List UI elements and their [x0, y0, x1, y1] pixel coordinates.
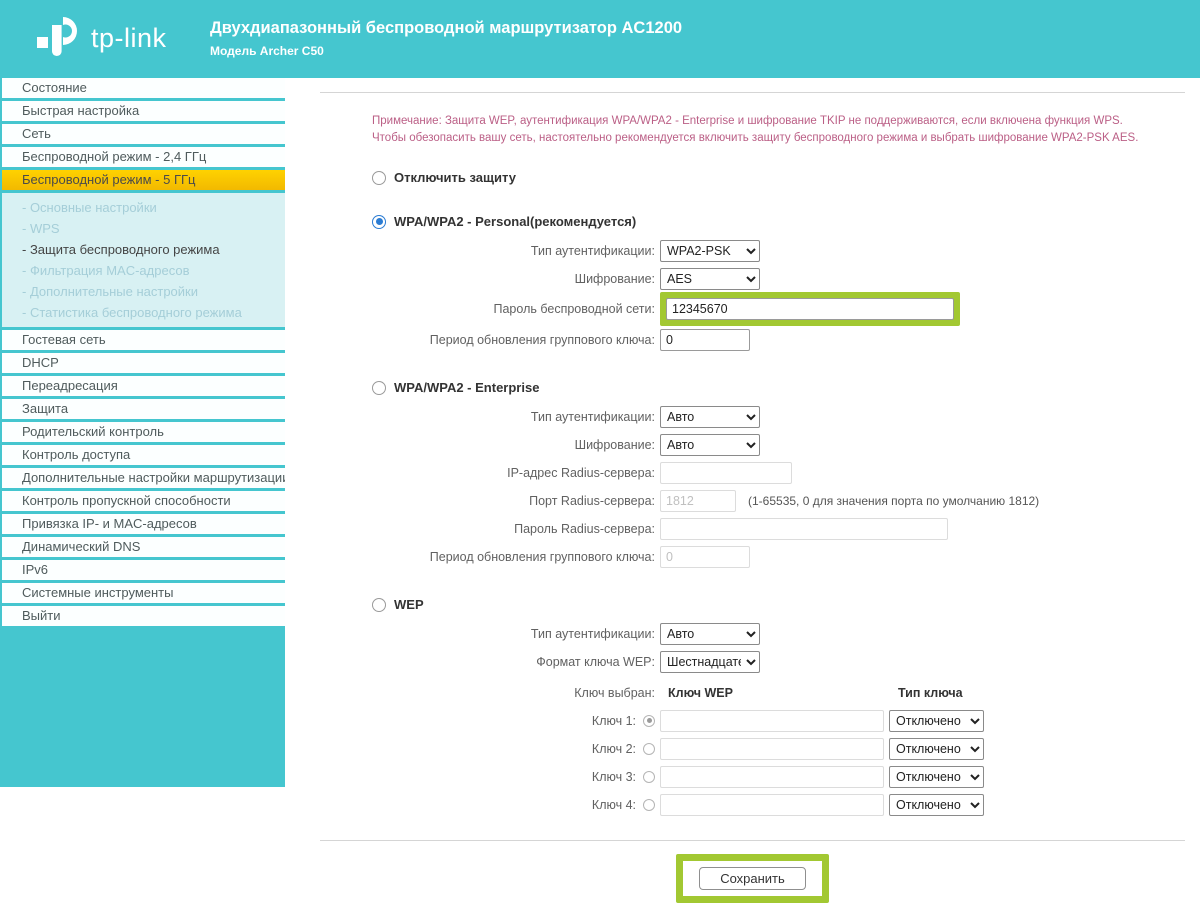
wep-key1-type-select[interactable]: Отключено: [889, 710, 984, 732]
enterprise-encryption-label: Шифрование:: [320, 438, 660, 452]
personal-auth-type-label: Тип аутентификации:: [320, 244, 660, 258]
enterprise-key-period-label: Период обновления группового ключа:: [320, 550, 660, 564]
wep-key2-label: Ключ 2:: [592, 742, 636, 756]
wep-auth-type-select[interactable]: Авто: [660, 623, 760, 645]
enterprise-encryption-select[interactable]: Авто: [660, 434, 760, 456]
sidebar-subitem-basic-settings[interactable]: - Основные настройки: [22, 197, 297, 218]
sidebar-subitem-mac-filtering[interactable]: - Фильтрация MAC-адресов: [22, 260, 297, 281]
sidebar-subitem-wireless-statistics[interactable]: - Статистика беспроводного режима: [22, 302, 297, 323]
wpa-enterprise-label: WPA/WPA2 - Enterprise: [394, 380, 539, 395]
sidebar-item-status[interactable]: Состояние: [2, 78, 297, 98]
wireless-password-input[interactable]: [666, 298, 954, 320]
sidebar-item-wireless-5[interactable]: Беспроводной режим - 5 ГГц: [2, 170, 303, 190]
sidebar-item-advanced-routing[interactable]: Дополнительные настройки маршрутизации: [2, 468, 297, 488]
header-banner: tp-link Двухдиапазонный беспроводной мар…: [0, 0, 1200, 78]
wep-key-column-header: Ключ WEP: [668, 686, 898, 700]
radius-port-hint: (1-65535, 0 для значения порта по умолча…: [748, 494, 1039, 508]
sidebar-item-quick-setup[interactable]: Быстрая настройка: [2, 101, 297, 121]
wep-key2-type-select[interactable]: Отключено: [889, 738, 984, 760]
personal-auth-type-select[interactable]: WPA2-PSK: [660, 240, 760, 262]
radius-ip-input[interactable]: [660, 462, 792, 484]
radio-disable-security[interactable]: [372, 171, 386, 185]
sidebar-subitem-wireless-security[interactable]: - Защита беспроводного режима: [22, 239, 297, 260]
wep-key2-input[interactable]: [660, 738, 884, 760]
sidebar-item-wireless-24[interactable]: Беспроводной режим - 2,4 ГГц: [2, 147, 297, 167]
personal-encryption-label: Шифрование:: [320, 272, 660, 286]
wep-key-format-label: Формат ключа WEP:: [320, 655, 660, 669]
sidebar-menu: Состояние Быстрая настройка Сеть Беспров…: [0, 78, 285, 787]
model-subtitle: Модель Archer C50: [210, 44, 682, 58]
radio-wpa-personal[interactable]: [372, 215, 386, 229]
top-divider: [320, 92, 1185, 93]
wep-key3-label: Ключ 3:: [592, 770, 636, 784]
wep-key4-label: Ключ 4:: [592, 798, 636, 812]
sidebar-subitem-wps[interactable]: - WPS: [22, 218, 297, 239]
radio-wpa-enterprise[interactable]: [372, 381, 386, 395]
wep-label: WEP: [394, 597, 424, 612]
radius-port-input[interactable]: [660, 490, 736, 512]
disable-security-label: Отключить защиту: [394, 170, 516, 185]
wep-key4-input[interactable]: [660, 794, 884, 816]
sidebar-item-security[interactable]: Защита: [2, 399, 297, 419]
security-note: Примечание: Защита WEP, аутентификация W…: [372, 113, 1185, 147]
wep-key4-type-select[interactable]: Отключено: [889, 794, 984, 816]
personal-key-period-input[interactable]: [660, 329, 750, 351]
sidebar-item-guest-network[interactable]: Гостевая сеть: [2, 330, 297, 350]
wep-key-selected-label: Ключ выбран:: [320, 686, 660, 700]
tp-link-logo: tp-link: [34, 13, 167, 63]
enterprise-key-period-input[interactable]: [660, 546, 750, 568]
bottom-divider: [320, 840, 1185, 841]
radius-password-label: Пароль Radius-сервера:: [320, 522, 660, 536]
enterprise-auth-type-label: Тип аутентификации:: [320, 410, 660, 424]
sidebar-item-ip-mac-binding[interactable]: Привязка IP- и MAC-адресов: [2, 514, 297, 534]
save-highlight-frame: Сохранить: [676, 854, 829, 903]
sidebar-item-network[interactable]: Сеть: [2, 124, 297, 144]
radius-ip-label: IP-адрес Radius-сервера:: [320, 466, 660, 480]
wep-key-format-select[interactable]: Шестнадцатеричный: [660, 651, 760, 673]
sidebar-item-access-control[interactable]: Контроль доступа: [2, 445, 297, 465]
sidebar-item-logout[interactable]: Выйти: [2, 606, 297, 626]
wpa-personal-label: WPA/WPA2 - Personal(рекомендуется): [394, 214, 636, 229]
radio-wep-key4[interactable]: [643, 799, 655, 811]
radio-wep-key3[interactable]: [643, 771, 655, 783]
radio-wep[interactable]: [372, 598, 386, 612]
sidebar-item-dhcp[interactable]: DHCP: [2, 353, 297, 373]
save-inner-frame: Сохранить: [683, 861, 822, 896]
personal-encryption-select[interactable]: AES: [660, 268, 760, 290]
note-line-2: Чтобы обезопасить вашу сеть, настоятельн…: [372, 130, 1185, 147]
password-highlight-frame: [660, 292, 960, 326]
note-line-1: Примечание: Защита WEP, аутентификация W…: [372, 113, 1185, 130]
save-button[interactable]: Сохранить: [699, 867, 806, 890]
main-content: Примечание: Защита WEP, аутентификация W…: [285, 78, 1200, 787]
sidebar-item-ipv6[interactable]: IPv6: [2, 560, 297, 580]
personal-password-label: Пароль беспроводной сети:: [320, 302, 660, 316]
enterprise-auth-type-select[interactable]: Авто: [660, 406, 760, 428]
sidebar-item-dynamic-dns[interactable]: Динамический DNS: [2, 537, 297, 557]
radio-wep-key1[interactable]: [643, 715, 655, 727]
brand-name: tp-link: [91, 23, 167, 54]
radio-wep-key2[interactable]: [643, 743, 655, 755]
sidebar-submenu-wireless-5: - Основные настройки - WPS - Защита бесп…: [2, 193, 297, 327]
radius-password-input[interactable]: [660, 518, 948, 540]
wep-key3-type-select[interactable]: Отключено: [889, 766, 984, 788]
wep-key1-label: Ключ 1:: [592, 714, 636, 728]
sidebar-subitem-advanced-settings[interactable]: - Дополнительные настройки: [22, 281, 297, 302]
page-title: Двухдиапазонный беспроводной маршрутизат…: [210, 19, 682, 38]
sidebar-item-system-tools[interactable]: Системные инструменты: [2, 583, 297, 603]
sidebar-item-forwarding[interactable]: Переадресация: [2, 376, 297, 396]
sidebar-item-bandwidth-control[interactable]: Контроль пропускной способности: [2, 491, 297, 511]
sidebar-item-parental-control[interactable]: Родительский контроль: [2, 422, 297, 442]
radius-port-label: Порт Radius-сервера:: [320, 494, 660, 508]
wep-key3-input[interactable]: [660, 766, 884, 788]
tp-link-logo-icon: [34, 13, 82, 63]
personal-key-period-label: Период обновления группового ключа:: [320, 333, 660, 347]
wep-key1-input[interactable]: [660, 710, 884, 732]
wep-auth-type-label: Тип аутентификации:: [320, 627, 660, 641]
wep-key-type-column-header: Тип ключа: [898, 686, 963, 700]
